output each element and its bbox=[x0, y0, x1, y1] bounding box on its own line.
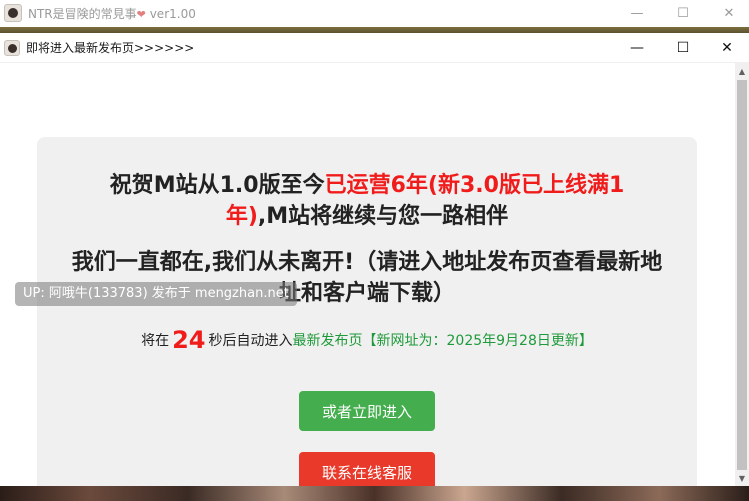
background-image-strip bbox=[0, 486, 749, 501]
latest-page-link[interactable]: 最新发布页 bbox=[293, 333, 363, 349]
scroll-thumb[interactable] bbox=[737, 80, 747, 470]
vertical-scrollbar[interactable]: ▲ ▼ bbox=[735, 63, 749, 486]
countdown-suffix: 秒后自动进入 bbox=[208, 333, 293, 349]
version-label: ver1.00 bbox=[149, 6, 196, 21]
outer-window-title: NTR是冒険的常見事❤ ver1.00 bbox=[28, 5, 196, 22]
scroll-down-arrow-icon[interactable]: ▼ bbox=[735, 470, 749, 486]
countdown-line: 将在 24 秒后自动进入最新发布页【新网址为：2025年9月28日更新】 bbox=[67, 326, 667, 354]
inner-minimize-button[interactable]: — bbox=[614, 33, 660, 63]
outer-maximize-button[interactable]: ☐ bbox=[660, 0, 706, 26]
enter-now-button[interactable]: 或者立即进入 bbox=[299, 391, 435, 431]
app-icon bbox=[4, 4, 22, 22]
update-note: 【新网址为：2025年9月28日更新】 bbox=[362, 333, 593, 349]
outer-close-button[interactable]: ✕ bbox=[706, 0, 749, 26]
uploader-tag: UP: 阿哦牛(133783) 发布于 mengzhan.net bbox=[15, 282, 297, 306]
inner-window-title: 即将进入最新发布页>>>>>> bbox=[26, 41, 195, 55]
headline-text-1: 祝贺M站从1.0版至今 bbox=[109, 173, 325, 198]
inner-maximize-button[interactable]: ☐ bbox=[660, 33, 706, 63]
outer-title-text: NTR是冒険的常見事 bbox=[28, 6, 137, 21]
scroll-up-arrow-icon[interactable]: ▲ bbox=[735, 63, 749, 79]
outer-minimize-button[interactable]: — bbox=[614, 0, 660, 26]
heart-icon: ❤ bbox=[136, 7, 146, 21]
inner-app-icon bbox=[4, 39, 20, 56]
countdown-prefix: 将在 bbox=[141, 333, 170, 349]
countdown-seconds: 24 bbox=[172, 326, 206, 354]
inner-close-button[interactable]: ✕ bbox=[704, 33, 749, 63]
headline-text-2: ,M站将继续与您一路相伴 bbox=[257, 204, 509, 229]
congrats-headline: 祝贺M站从1.0版至今已运营6年(新3.0版已上线满1年),M站将继续与您一路相… bbox=[87, 170, 647, 232]
